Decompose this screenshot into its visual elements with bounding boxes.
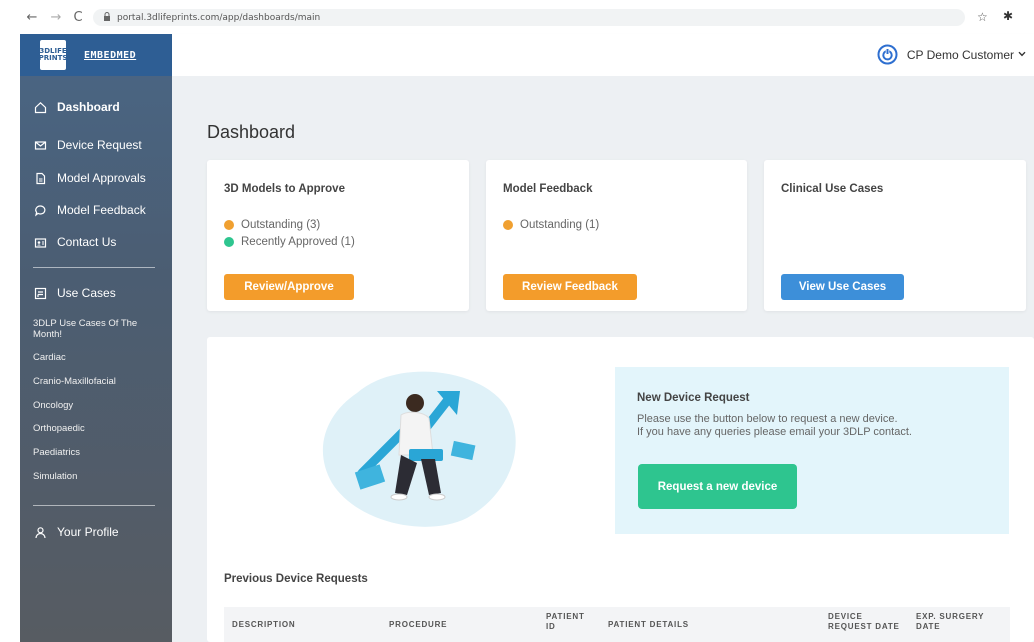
sidebar-item-label: Contact Us — [57, 235, 117, 249]
chat-bubble-icon — [33, 203, 47, 217]
envelope-icon — [33, 138, 47, 152]
sidebar: 3DLIFE PRINTS EMBEDMED Dashboard Device … — [20, 34, 172, 642]
main-content: Dashboard 3D Models to Approve Outstandi… — [172, 76, 1034, 642]
sidebar-item-model-approvals[interactable]: Model Approvals — [33, 169, 146, 187]
device-request-panel: New Device Request Please use the button… — [207, 337, 1034, 642]
previous-requests-table-header: DESCRIPTION PROCEDURE PATIENT ID PATIENT… — [224, 607, 1010, 642]
stat-label: Recently Approved (1) — [241, 236, 355, 248]
review-feedback-button[interactable]: Review Feedback — [503, 274, 637, 300]
column-header[interactable]: PATIENT ID — [546, 612, 586, 632]
previous-requests-title: Previous Device Requests — [224, 573, 368, 585]
sidebar-item-label: Device Request — [57, 138, 142, 152]
top-header: CP Demo Customer — [172, 34, 1034, 76]
brand-bar: 3DLIFE PRINTS EMBEDMED — [20, 34, 172, 76]
bookmark-star-icon[interactable]: ☆ — [977, 10, 988, 24]
home-icon — [33, 100, 47, 114]
review-approve-button[interactable]: Review/Approve — [224, 274, 354, 300]
sidebar-item-device-request[interactable]: Device Request — [33, 136, 142, 154]
url-text: portal.3dlifeprints.com/app/dashboards/m… — [117, 12, 321, 23]
new-request-title: New Device Request — [637, 392, 750, 404]
card-title: Clinical Use Cases — [781, 183, 884, 195]
lock-icon — [103, 11, 111, 24]
power-icon[interactable] — [877, 44, 898, 65]
new-request-text-line: Please use the button below to request a… — [637, 413, 898, 425]
person-with-laptop-illustration — [322, 371, 516, 527]
sidebar-item-label: Use Cases — [57, 286, 116, 300]
back-arrow-icon[interactable]: ← — [24, 10, 40, 25]
sidebar-item-your-profile[interactable]: Your Profile — [33, 523, 119, 541]
use-case-link-cardiac[interactable]: Cardiac — [33, 352, 153, 363]
user-icon — [33, 525, 47, 539]
extension-icon[interactable]: ✱ — [1003, 9, 1013, 23]
user-name: CP Demo Customer — [906, 47, 1014, 62]
stat-recently-approved: Recently Approved (1) — [224, 236, 355, 248]
sidebar-divider — [33, 505, 155, 506]
user-menu[interactable]: CP Demo Customer — [877, 44, 1026, 65]
forward-arrow-icon[interactable]: → — [48, 10, 64, 25]
contact-card-icon — [33, 235, 47, 249]
brand-logo[interactable]: 3DLIFE PRINTS — [38, 40, 68, 70]
browser-toolbar: ← → C portal.3dlifeprints.com/app/dashbo… — [0, 0, 1034, 34]
request-new-device-button[interactable]: Request a new device — [638, 464, 797, 509]
card-model-feedback: Model Feedback Outstanding (1) Review Fe… — [486, 160, 747, 311]
use-case-link-month[interactable]: 3DLP Use Cases Of The Month! — [33, 318, 153, 340]
card-title: Model Feedback — [503, 183, 593, 195]
stat-label: Outstanding (3) — [241, 219, 321, 231]
sidebar-item-model-feedback[interactable]: Model Feedback — [33, 201, 146, 219]
card-clinical-use-cases: Clinical Use Cases View Use Cases — [764, 160, 1026, 311]
column-header[interactable]: DEVICE REQUEST DATE — [828, 612, 908, 632]
green-status-dot — [224, 237, 234, 247]
sidebar-item-label: Your Profile — [57, 525, 119, 539]
new-device-request-box: New Device Request Please use the button… — [615, 367, 1009, 534]
reload-icon[interactable]: C — [70, 10, 86, 25]
chevron-down-icon — [1018, 50, 1026, 60]
stat-label: Outstanding (1) — [520, 219, 600, 231]
sidebar-item-label: Model Approvals — [57, 171, 146, 185]
use-case-link-orthopaedic[interactable]: Orthopaedic — [33, 423, 153, 434]
sidebar-divider — [33, 267, 155, 268]
column-header[interactable]: DESCRIPTION — [232, 620, 295, 630]
card-models-to-approve: 3D Models to Approve Outstanding (3) Rec… — [207, 160, 469, 311]
orange-status-dot — [503, 220, 513, 230]
stat-outstanding: Outstanding (3) — [224, 219, 320, 231]
logo-text: 3DLIFE PRINTS — [38, 47, 68, 62]
column-header[interactable]: PROCEDURE — [389, 620, 447, 630]
use-case-link-paediatrics[interactable]: Paediatrics — [33, 447, 153, 458]
document-icon — [33, 171, 47, 185]
stat-outstanding: Outstanding (1) — [503, 219, 599, 231]
use-case-link-cranio-maxillofacial[interactable]: Cranio-Maxillofacial — [33, 376, 153, 387]
column-header[interactable]: EXP. SURGERY DATE — [916, 612, 996, 632]
new-request-text: Please use the button below to request a… — [637, 413, 997, 439]
sidebar-item-label: Model Feedback — [57, 203, 146, 217]
use-case-link-oncology[interactable]: Oncology — [33, 400, 153, 411]
card-title: 3D Models to Approve — [224, 183, 345, 195]
brand-name[interactable]: EMBEDMED — [84, 50, 136, 61]
sidebar-item-contact-us[interactable]: Contact Us — [33, 233, 116, 251]
use-cases-icon — [33, 286, 47, 300]
column-header[interactable]: PATIENT DETAILS — [608, 620, 689, 630]
new-request-text-line: If you have any queries please email you… — [637, 426, 912, 438]
sidebar-item-dashboard[interactable]: Dashboard — [33, 98, 120, 116]
view-use-cases-button[interactable]: View Use Cases — [781, 274, 904, 300]
page-title: Dashboard — [207, 122, 296, 142]
sidebar-item-label: Dashboard — [57, 100, 120, 114]
use-case-link-simulation[interactable]: Simulation — [33, 471, 153, 482]
sidebar-item-use-cases[interactable]: Use Cases — [33, 284, 116, 302]
orange-status-dot — [224, 220, 234, 230]
address-bar[interactable]: portal.3dlifeprints.com/app/dashboards/m… — [93, 9, 965, 26]
